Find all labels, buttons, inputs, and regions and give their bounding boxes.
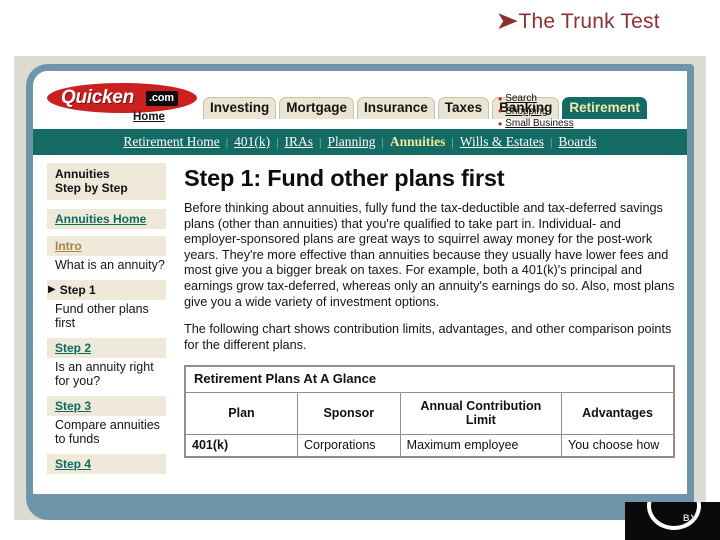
primary-tab-bar: Investing Mortgage Insurance Taxes Banki… [203, 97, 647, 119]
web-page: Quicken .com Home Investing Mortgage Ins… [33, 71, 687, 505]
quicklink-small-business-label: Small Business [505, 118, 574, 129]
article-paragraph-1: Before thinking about annuities, fully f… [184, 201, 675, 309]
column-header-plan: Plan [184, 392, 298, 436]
bullet-dot-icon: • [498, 91, 503, 106]
sidebar-item-step-3[interactable]: Step 3 [47, 395, 166, 416]
slide-title: ➤ The Trunk Test [496, 4, 713, 38]
quicklink-small-business[interactable]: • Small Business [498, 118, 574, 130]
sidebar-item-step-1-label: Step 1 [59, 282, 96, 297]
retirement-plans-table: Retirement Plans At A Glance Plan Sponso… [184, 365, 675, 459]
sidebar-item-step-1[interactable]: ▶ Step 1 [47, 279, 166, 300]
quicken-logo[interactable]: Quicken .com [47, 83, 197, 113]
quicklinks-list: • Search • Shopping • Small Business [498, 93, 574, 131]
sidebar-heading: Annuities Step by Step [47, 163, 166, 200]
cell-contribution-limit: Maximum employee [399, 434, 563, 458]
quicklink-shopping-label: Shopping [505, 105, 548, 117]
slide-title-text: The Trunk Test [518, 9, 660, 33]
page-title: Step 1: Fund other plans first [184, 165, 505, 191]
footer-logo-box: BY [625, 502, 720, 540]
quicklink-search-label: Search [505, 93, 537, 104]
sidebar-item-step-1-desc: Fund other plans first [55, 301, 149, 331]
frame-bottom-band [26, 494, 694, 520]
sidebar-item-step-3-desc: Compare annuities to funds [55, 417, 160, 447]
sidebar-item-intro-desc: What is an annuity? [55, 258, 165, 272]
sidebar-item-step-2[interactable]: Step 2 [47, 337, 166, 358]
subnav-item-boards[interactable]: Boards [552, 134, 602, 150]
subnav-item-401k[interactable]: 401(k) [228, 134, 276, 150]
sidebar-item-annuities-home-label: Annuities Home [55, 212, 147, 226]
article: Step 1: Fund other plans first Before th… [174, 155, 687, 474]
subnav-item-annuities[interactable]: Annuities [384, 134, 452, 150]
section-subnav: Retirement Home | 401(k) | IRAs | Planni… [33, 129, 687, 155]
sidebar: Annuities Step by Step Annuities Home In… [33, 155, 174, 474]
column-header-advantages: Advantages [561, 392, 675, 436]
cell-plan: 401(k) [184, 434, 298, 458]
column-header-sponsor: Sponsor [296, 392, 401, 436]
sidebar-item-step-4-label: Step 4 [55, 456, 92, 471]
sidebar-item-annuities-home[interactable]: Annuities Home [47, 209, 166, 229]
tab-mortgage[interactable]: Mortgage [279, 97, 355, 119]
sidebar-item-step-2-desc: Is an annuity right for you? [55, 359, 154, 389]
subnav-item-wills-estates[interactable]: Wills & Estates [454, 134, 550, 150]
tab-insurance[interactable]: Insurance [357, 97, 435, 119]
table-row: 401(k) Corporations Maximum employee You… [184, 434, 675, 458]
home-link[interactable]: Home [133, 111, 165, 123]
logo-wordmark: Quicken [61, 87, 134, 108]
sidebar-item-intro[interactable]: Intro [47, 236, 166, 256]
bullet-dot-icon: • [498, 116, 503, 131]
quicklink-search[interactable]: • Search [498, 93, 574, 105]
slide-root: ➤ The Trunk Test Quicken .com Home Inves… [0, 0, 720, 540]
quicklink-shopping[interactable]: • Shopping [498, 104, 574, 119]
browser-frame: Quicken .com Home Investing Mortgage Ins… [26, 64, 694, 512]
tab-investing[interactable]: Investing [203, 97, 277, 119]
subnav-item-retirement-home[interactable]: Retirement Home [117, 134, 225, 150]
sidebar-item-intro-label: Intro [55, 239, 82, 253]
site-masthead: Quicken .com Home Investing Mortgage Ins… [33, 71, 687, 131]
table-caption: Retirement Plans At A Glance [184, 365, 675, 394]
bullet-dot-icon: • [498, 104, 503, 119]
sidebar-heading-line2: Step by Step [55, 181, 128, 195]
subnav-item-iras[interactable]: IRAs [279, 134, 320, 150]
page-body: Annuities Step by Step Annuities Home In… [33, 155, 687, 474]
column-header-annual-contribution-limit: Annual Contribution Limit [399, 392, 563, 436]
footer-logo-by-label: BY [683, 513, 698, 523]
sidebar-item-step-2-label: Step 2 [55, 340, 92, 355]
cell-sponsor: Corporations [296, 434, 401, 458]
logo-dotcom-badge: .com [146, 91, 178, 106]
sidebar-heading-line1: Annuities [55, 167, 110, 181]
arrow-bullet-icon: ➤ [496, 8, 518, 33]
table-caption-row: Retirement Plans At A Glance [184, 365, 675, 394]
article-paragraph-2: The following chart shows contribution l… [184, 322, 672, 352]
table-header-row: Plan Sponsor Annual Contribution Limit A… [184, 392, 675, 436]
cell-advantages: You choose how [561, 434, 675, 458]
current-step-triangle-icon: ▶ [48, 283, 56, 295]
tab-taxes[interactable]: Taxes [437, 97, 490, 119]
subnav-item-planning[interactable]: Planning [321, 134, 381, 150]
sidebar-item-step-4[interactable]: Step 4 [47, 453, 166, 474]
sidebar-item-step-3-label: Step 3 [55, 398, 92, 413]
tab-retirement[interactable]: Retirement [562, 97, 647, 119]
